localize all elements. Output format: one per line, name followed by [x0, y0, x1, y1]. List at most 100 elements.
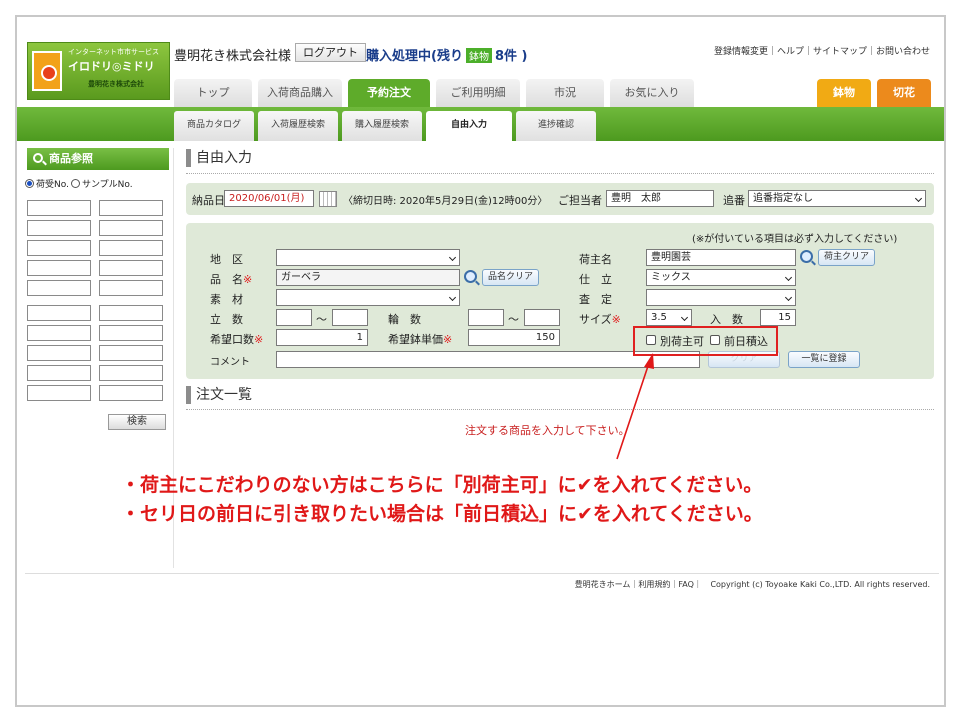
- size-label: サイズ※: [579, 311, 621, 327]
- desired-qty-label-text: 希望口数: [210, 333, 254, 346]
- delivery-date-field[interactable]: 2020/06/01(月): [224, 190, 314, 207]
- staff-field[interactable]: 豊明 太郎: [606, 190, 714, 207]
- count-to-field[interactable]: [332, 309, 368, 326]
- page-title: 自由入力: [186, 148, 252, 168]
- sidebar-number-input[interactable]: [27, 260, 91, 276]
- area-label: 地 区: [210, 253, 243, 266]
- sidebar-number-input[interactable]: [27, 220, 91, 236]
- sidebar-number-input[interactable]: [99, 200, 163, 216]
- tab-favorites[interactable]: お気に入り: [610, 79, 694, 107]
- order-no-label: 追番: [723, 194, 745, 207]
- subtab-free-input[interactable]: 自由入力: [426, 111, 512, 141]
- footer-divider: [25, 573, 939, 574]
- comment-label: コメント: [210, 357, 250, 368]
- search-icon: [33, 153, 43, 163]
- calendar-icon[interactable]: [319, 191, 337, 207]
- logo-tagline: インターネット市市サービス: [68, 48, 159, 56]
- product-label-text: 品 名: [210, 273, 243, 286]
- sidebar-number-input[interactable]: [27, 280, 91, 296]
- desired-qty-required-mark: ※: [254, 333, 264, 346]
- sidebar-title: 商品参照: [27, 148, 169, 170]
- tab-top[interactable]: トップ: [174, 79, 252, 107]
- purchase-status[interactable]: 購入処理中(残り 鉢物 8件 ): [366, 45, 527, 64]
- customer-name: 豊明花き株式会社様: [174, 49, 292, 64]
- radio-receipt-no-label: 荷受No.: [36, 180, 69, 190]
- sidebar-number-input[interactable]: [27, 365, 91, 381]
- sidebar-search-button[interactable]: 検索: [108, 414, 166, 430]
- grade-select[interactable]: [646, 289, 796, 306]
- footer: 豊明花きホーム｜利用規約｜FAQ｜ Copyright (c) Toyoake …: [575, 579, 930, 590]
- logout-button[interactable]: ログアウト: [295, 43, 366, 62]
- sidebar-number-input[interactable]: [27, 385, 91, 401]
- area-select[interactable]: [276, 249, 460, 266]
- sidebar-number-input[interactable]: [99, 280, 163, 296]
- sidebar-number-input[interactable]: [27, 325, 91, 341]
- site-logo[interactable]: インターネット市市サービス イロドリ◎ミドリ 豊明花き株式会社: [27, 42, 170, 100]
- delivery-panel: 納品日 2020/06/01(月) 〈締切日時: 2020年5月29日(金)12…: [186, 183, 934, 215]
- sidebar-number-input[interactable]: [99, 345, 163, 361]
- shipper-field[interactable]: 豊明園芸: [646, 249, 796, 266]
- finish-select[interactable]: ミックス: [646, 269, 796, 286]
- desired-price-label-text: 希望鉢単価: [388, 333, 443, 346]
- desired-price-field[interactable]: 150: [468, 329, 560, 346]
- register-button[interactable]: 一覧に登録: [788, 351, 860, 368]
- sidebar-number-input[interactable]: [99, 240, 163, 256]
- desired-price-label: 希望鉢単価※: [388, 331, 452, 347]
- delivery-date-label: 納品日: [192, 194, 225, 207]
- shipper-search-icon[interactable]: [800, 250, 813, 263]
- sidebar-number-input[interactable]: [99, 325, 163, 341]
- shipper-label: 荷主名: [579, 253, 612, 266]
- pieces-field[interactable]: 15: [760, 309, 796, 326]
- product-search-icon[interactable]: [464, 270, 477, 283]
- annotation-line-2: ・セリ日の前日に引き取りたい場合は「前日積込」に✔を入れてください。: [121, 503, 763, 525]
- wheel-to-field[interactable]: [524, 309, 560, 326]
- subtab-catalog[interactable]: 商品カタログ: [174, 111, 254, 141]
- product-clear-button[interactable]: 品名クリア: [482, 269, 540, 286]
- sidebar-number-input[interactable]: [99, 260, 163, 276]
- tab-market[interactable]: 市況: [526, 79, 604, 107]
- subtab-incoming-history[interactable]: 入荷履歴検索: [258, 111, 338, 141]
- shipper-clear-button[interactable]: 荷主クリア: [818, 249, 876, 266]
- browser-frame: インターネット市市サービス イロドリ◎ミドリ 豊明花き株式会社 豊明花き株式会社…: [15, 15, 946, 707]
- product-field[interactable]: ガーベラ: [276, 269, 460, 286]
- annotation-line-1: ・荷主にこだわりのない方はこちらに「別荷主可」に✔を入れてください。: [121, 474, 763, 496]
- wheel-label: 輪 数: [388, 313, 421, 326]
- footer-links[interactable]: 豊明花きホーム｜利用規約｜FAQ｜: [575, 580, 702, 589]
- tab-usage-details[interactable]: ご利用明細: [436, 79, 520, 107]
- tab-cut-flowers[interactable]: 切花: [877, 79, 931, 107]
- sidebar-radio-group: 荷受No. サンプルNo.: [25, 177, 133, 190]
- radio-receipt-no[interactable]: [25, 179, 34, 188]
- size-select[interactable]: 3.5: [646, 309, 692, 326]
- sidebar-number-input[interactable]: [99, 305, 163, 321]
- sidebar-number-input[interactable]: [27, 200, 91, 216]
- size-label-text: サイズ: [579, 313, 612, 326]
- radio-sample-no[interactable]: [70, 179, 80, 188]
- subtab-purchase-history[interactable]: 購入履歴検索: [342, 111, 422, 141]
- sidebar-number-input[interactable]: [99, 365, 163, 381]
- order-no-select[interactable]: 追番指定なし: [748, 190, 926, 207]
- size-required-mark: ※: [611, 313, 621, 326]
- wheel-from-field[interactable]: [468, 309, 504, 326]
- order-list-title: 注文一覧: [186, 385, 252, 405]
- grade-label: 査 定: [579, 293, 612, 306]
- desired-qty-field[interactable]: 1: [276, 329, 368, 346]
- sidebar-number-input[interactable]: [27, 305, 91, 321]
- count-from-field[interactable]: [276, 309, 312, 326]
- tab-reservation[interactable]: 予約注文: [348, 79, 430, 107]
- status-suffix: 8件 ): [494, 49, 528, 64]
- sidebar-number-input[interactable]: [99, 385, 163, 401]
- sidebar-number-input[interactable]: [27, 345, 91, 361]
- subtab-progress[interactable]: 進捗確認: [516, 111, 596, 141]
- desired-qty-label: 希望口数※: [210, 331, 263, 347]
- product-required-mark: ※: [243, 273, 253, 286]
- material-select[interactable]: [276, 289, 460, 306]
- material-label: 素 材: [210, 293, 243, 306]
- desired-price-required-mark: ※: [443, 333, 453, 346]
- staff-label: ご担当者: [558, 194, 602, 207]
- tab-potted[interactable]: 鉢物: [817, 79, 871, 107]
- top-links[interactable]: 登録情報変更｜ヘルプ｜サイトマップ｜お問い合わせ: [714, 44, 930, 57]
- order-instruction: 注文する商品を入力して下さい。: [465, 424, 630, 437]
- sidebar-number-input[interactable]: [27, 240, 91, 256]
- sidebar-number-input[interactable]: [99, 220, 163, 236]
- tab-incoming-purchase[interactable]: 入荷商品購入: [258, 79, 342, 107]
